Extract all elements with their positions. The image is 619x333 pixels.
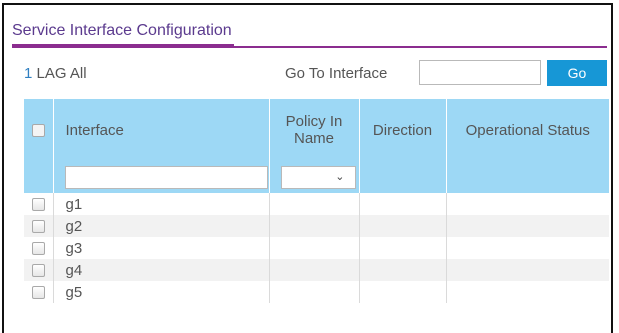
lag-label[interactable]: LAG All bbox=[37, 65, 87, 82]
policy-cell bbox=[269, 259, 360, 281]
table-row: g4 bbox=[24, 259, 609, 281]
section-header: Service Interface Configuration bbox=[12, 20, 607, 48]
status-cell bbox=[446, 259, 609, 281]
goto-interface-label: Go To Interface bbox=[285, 65, 388, 82]
row-checkbox-cell bbox=[24, 281, 54, 303]
service-interface-table: Interface Policy In Name Direction Opera… bbox=[24, 99, 609, 303]
select-all-checkbox[interactable] bbox=[31, 124, 45, 138]
column-header-operational-status[interactable]: Operational Status bbox=[446, 99, 609, 161]
row-checkbox[interactable] bbox=[31, 220, 45, 234]
lag-count[interactable]: 1 bbox=[24, 65, 32, 82]
table-row: g3 bbox=[24, 237, 609, 259]
direction-cell bbox=[359, 259, 447, 281]
table-row: g2 bbox=[24, 215, 609, 237]
row-checkbox-cell bbox=[24, 237, 54, 259]
go-button[interactable]: Go bbox=[547, 60, 607, 86]
filter-row: ⌄ bbox=[24, 161, 609, 193]
status-cell bbox=[446, 237, 609, 259]
row-checkbox[interactable] bbox=[31, 198, 45, 212]
row-checkbox-cell bbox=[24, 259, 54, 281]
table-header-row: Interface Policy In Name Direction Opera… bbox=[24, 99, 609, 161]
interface-cell: g3 bbox=[53, 237, 270, 259]
row-checkbox-cell bbox=[24, 193, 54, 215]
toolbar: 1 LAG All Go To Interface Go bbox=[24, 60, 609, 90]
lag-all-link[interactable]: 1 LAG All bbox=[24, 65, 87, 82]
column-header-policy-in-name[interactable]: Policy In Name bbox=[269, 99, 360, 161]
row-checkbox[interactable] bbox=[31, 242, 45, 256]
filter-cell-empty bbox=[24, 161, 54, 193]
column-header-interface[interactable]: Interface bbox=[53, 99, 270, 161]
direction-cell bbox=[359, 281, 447, 303]
row-checkbox[interactable] bbox=[31, 264, 45, 278]
policy-cell bbox=[269, 281, 360, 303]
interface-cell: g4 bbox=[53, 259, 270, 281]
interface-cell: g2 bbox=[53, 215, 270, 237]
row-checkbox[interactable] bbox=[31, 286, 45, 300]
chevron-down-icon: ⌄ bbox=[335, 170, 345, 183]
policy-cell bbox=[269, 237, 360, 259]
interface-cell: g5 bbox=[53, 281, 270, 303]
status-cell bbox=[446, 281, 609, 303]
policy-filter-select[interactable]: ⌄ bbox=[280, 165, 356, 189]
filter-cell-policy: ⌄ bbox=[269, 161, 360, 193]
table-row: g1 bbox=[24, 193, 609, 215]
table-row: g5 bbox=[24, 281, 609, 303]
select-all-cell bbox=[24, 99, 54, 161]
interface-filter-input[interactable] bbox=[64, 165, 268, 189]
interface-cell: g1 bbox=[53, 193, 270, 215]
filter-cell-interface bbox=[53, 161, 270, 193]
row-checkbox-cell bbox=[24, 215, 54, 237]
direction-cell bbox=[359, 215, 447, 237]
policy-cell bbox=[269, 215, 360, 237]
status-cell bbox=[446, 215, 609, 237]
page-title: Service Interface Configuration bbox=[12, 20, 234, 47]
policy-cell bbox=[269, 193, 360, 215]
status-cell bbox=[446, 193, 609, 215]
filter-cell-status bbox=[446, 161, 609, 193]
goto-interface-input[interactable] bbox=[419, 60, 541, 85]
column-header-direction[interactable]: Direction bbox=[359, 99, 447, 161]
filter-cell-direction bbox=[359, 161, 447, 193]
direction-cell bbox=[359, 237, 447, 259]
direction-cell bbox=[359, 193, 447, 215]
